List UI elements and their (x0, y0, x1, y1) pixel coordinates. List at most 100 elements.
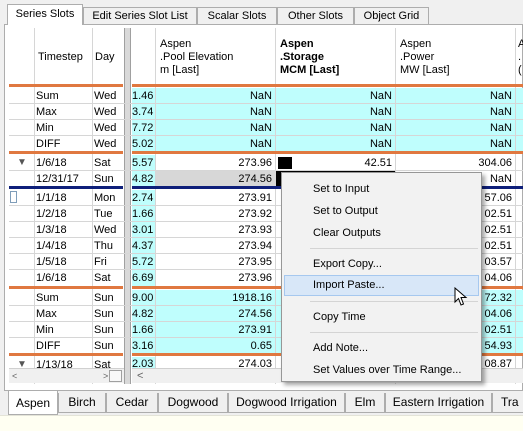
table-cell[interactable]: 274.03 (156, 357, 275, 368)
table-cell[interactable]: 9.00 (132, 290, 155, 306)
timestep-header[interactable]: Timestep (38, 51, 83, 64)
table-cell[interactable]: NaN (276, 88, 395, 104)
menu-item-clear-outputs[interactable]: Clear Outputs (284, 223, 479, 244)
tab-object-grid[interactable]: Object Grid (354, 7, 429, 24)
table-cell[interactable]: 3.16 (132, 338, 155, 354)
timestep-cell: 1/6/18 (36, 157, 67, 169)
table-cell[interactable]: NaN (396, 120, 515, 136)
table-cell[interactable]: 4.82 (132, 171, 155, 187)
tab-tra[interactable]: Tra (492, 393, 523, 413)
tab-dogwood[interactable]: Dogwood (158, 393, 228, 413)
menu-item-set-to-input[interactable]: Set to Input (284, 179, 479, 200)
table-cell[interactable]: 2.74 (132, 190, 155, 206)
pane-splitter[interactable] (124, 28, 131, 384)
table-cell[interactable]: 2.03 (132, 357, 155, 368)
stat-label: DIFF (36, 340, 61, 352)
table-cell[interactable]: 1.66 (132, 322, 155, 338)
tab-birch[interactable]: Birch (58, 393, 106, 413)
tab-elm[interactable]: Elm (345, 393, 385, 413)
day-cell: Sat (94, 157, 111, 169)
tab-series-slots[interactable]: Series Slots (7, 4, 83, 25)
table-cell[interactable]: 5.72 (132, 254, 155, 270)
table-cell[interactable]: 274.56 (156, 306, 275, 322)
tab-cedar[interactable]: Cedar (106, 393, 158, 413)
table-cell[interactable]: 273.93 (156, 222, 275, 238)
table-cell[interactable]: 7.72 (132, 120, 155, 136)
table-cell[interactable]: 0.65 (156, 338, 275, 354)
stat-label: DIFF (36, 138, 61, 150)
scroll-left-icon[interactable]: < (137, 370, 143, 382)
tab-other-slots[interactable]: Other Slots (277, 7, 354, 24)
table-cell[interactable]: NaN (276, 136, 395, 152)
table-cell[interactable]: 5.57 (132, 155, 155, 171)
table-cell[interactable]: NaN (396, 136, 515, 152)
table-cell[interactable]: 273.92 (156, 206, 275, 222)
tab-dogwood-irrigation[interactable]: Dogwood Irrigation (228, 393, 345, 413)
power-header[interactable]: Aspen .Power MW [Last] (400, 38, 450, 77)
tab-edit-series-slot-list[interactable]: Edit Series Slot List (83, 7, 197, 24)
table-cell[interactable]: NaN (156, 88, 275, 104)
table-cell[interactable]: 273.94 (156, 238, 275, 254)
table-cell[interactable]: 3.74 (132, 104, 155, 120)
table-cell[interactable]: 273.96 (156, 155, 275, 171)
status-strip (0, 415, 523, 431)
day-header[interactable]: Day (95, 51, 115, 64)
table-cell[interactable]: 1.46 (132, 88, 155, 104)
table-cell[interactable]: NaN (276, 104, 395, 120)
table-cell[interactable]: NaN (156, 104, 275, 120)
table-cell[interactable]: 5.02 (132, 136, 155, 152)
context-menu: Set to Input Set to Output Clear Outputs… (281, 172, 482, 382)
timestep-cell: 12/31/17 (36, 173, 79, 185)
table-cell[interactable]: NaN (396, 88, 515, 104)
menu-separator (310, 332, 478, 333)
scroll-right-icon[interactable]: > (103, 371, 108, 381)
storage-header[interactable]: Aspen .Storage MCM [Last] (280, 38, 339, 77)
table-cell[interactable]: NaN (396, 104, 515, 120)
table-cell[interactable]: 4.82 (132, 306, 155, 322)
tab-eastern-irrigation[interactable]: Eastern Irrigation (385, 393, 492, 413)
flag-marker (278, 157, 292, 169)
table-cell[interactable]: 4.37 (132, 238, 155, 254)
table-cell[interactable]: 273.95 (156, 254, 275, 270)
stat-label: Sum (36, 292, 59, 304)
table-cell[interactable]: 42.51 (276, 155, 395, 171)
table-cell[interactable]: 274.56 (156, 171, 275, 187)
table-cell[interactable]: 3.01 (132, 222, 155, 238)
menu-item-import-paste[interactable]: Import Paste... (284, 275, 479, 296)
menu-item-set-to-output[interactable]: Set to Output (284, 201, 479, 222)
table-cell[interactable]: NaN (156, 120, 275, 136)
day-cell: Fri (94, 256, 107, 268)
day-cell: Tue (94, 208, 113, 220)
table-cell[interactable]: 273.91 (156, 190, 275, 206)
tab-aspen[interactable]: Aspen (8, 391, 58, 415)
scroll-left-icon[interactable]: < (12, 371, 17, 381)
day-cell: Thu (94, 240, 113, 252)
left-horizontal-scrollbar[interactable]: < > (9, 368, 124, 383)
day-cell: Wed (94, 224, 117, 236)
pool-elevation-header[interactable]: Aspen .Pool Elevation m [Last] (160, 38, 233, 77)
menu-item-add-note[interactable]: Add Note... (284, 338, 479, 359)
day-cell: Mon (94, 192, 116, 204)
table-cell[interactable]: NaN (276, 120, 395, 136)
collapse-arrow-icon[interactable]: ▼ (17, 157, 27, 168)
table-cell[interactable]: NaN (156, 136, 275, 152)
stat-day: Wed (94, 122, 117, 134)
stat-day: Sun (94, 292, 114, 304)
tab-scalar-slots[interactable]: Scalar Slots (197, 7, 277, 24)
table-cell[interactable]: 1918.16 (156, 290, 275, 306)
timestep-cell: 1/5/18 (36, 256, 67, 268)
table-cell[interactable]: 1.66 (132, 206, 155, 222)
table-cell[interactable]: 6.69 (132, 270, 155, 286)
timestep-cell: 1/6/18 (36, 272, 67, 284)
menu-item-set-values-over-time-range[interactable]: Set Values over Time Range... (284, 360, 479, 381)
partial-column-header[interactable]: A.( (518, 38, 523, 77)
row-marker (10, 191, 17, 203)
table-cell[interactable]: 273.91 (156, 322, 275, 338)
day-cell: Sun (94, 173, 114, 185)
table-cell[interactable]: 304.06 (396, 155, 515, 171)
stat-day: Sun (94, 308, 114, 320)
menu-item-copy-time[interactable]: Copy Time (284, 307, 479, 328)
stat-day: Wed (94, 138, 117, 150)
table-cell[interactable]: 273.96 (156, 270, 275, 286)
menu-item-export-copy[interactable]: Export Copy... (284, 254, 479, 275)
